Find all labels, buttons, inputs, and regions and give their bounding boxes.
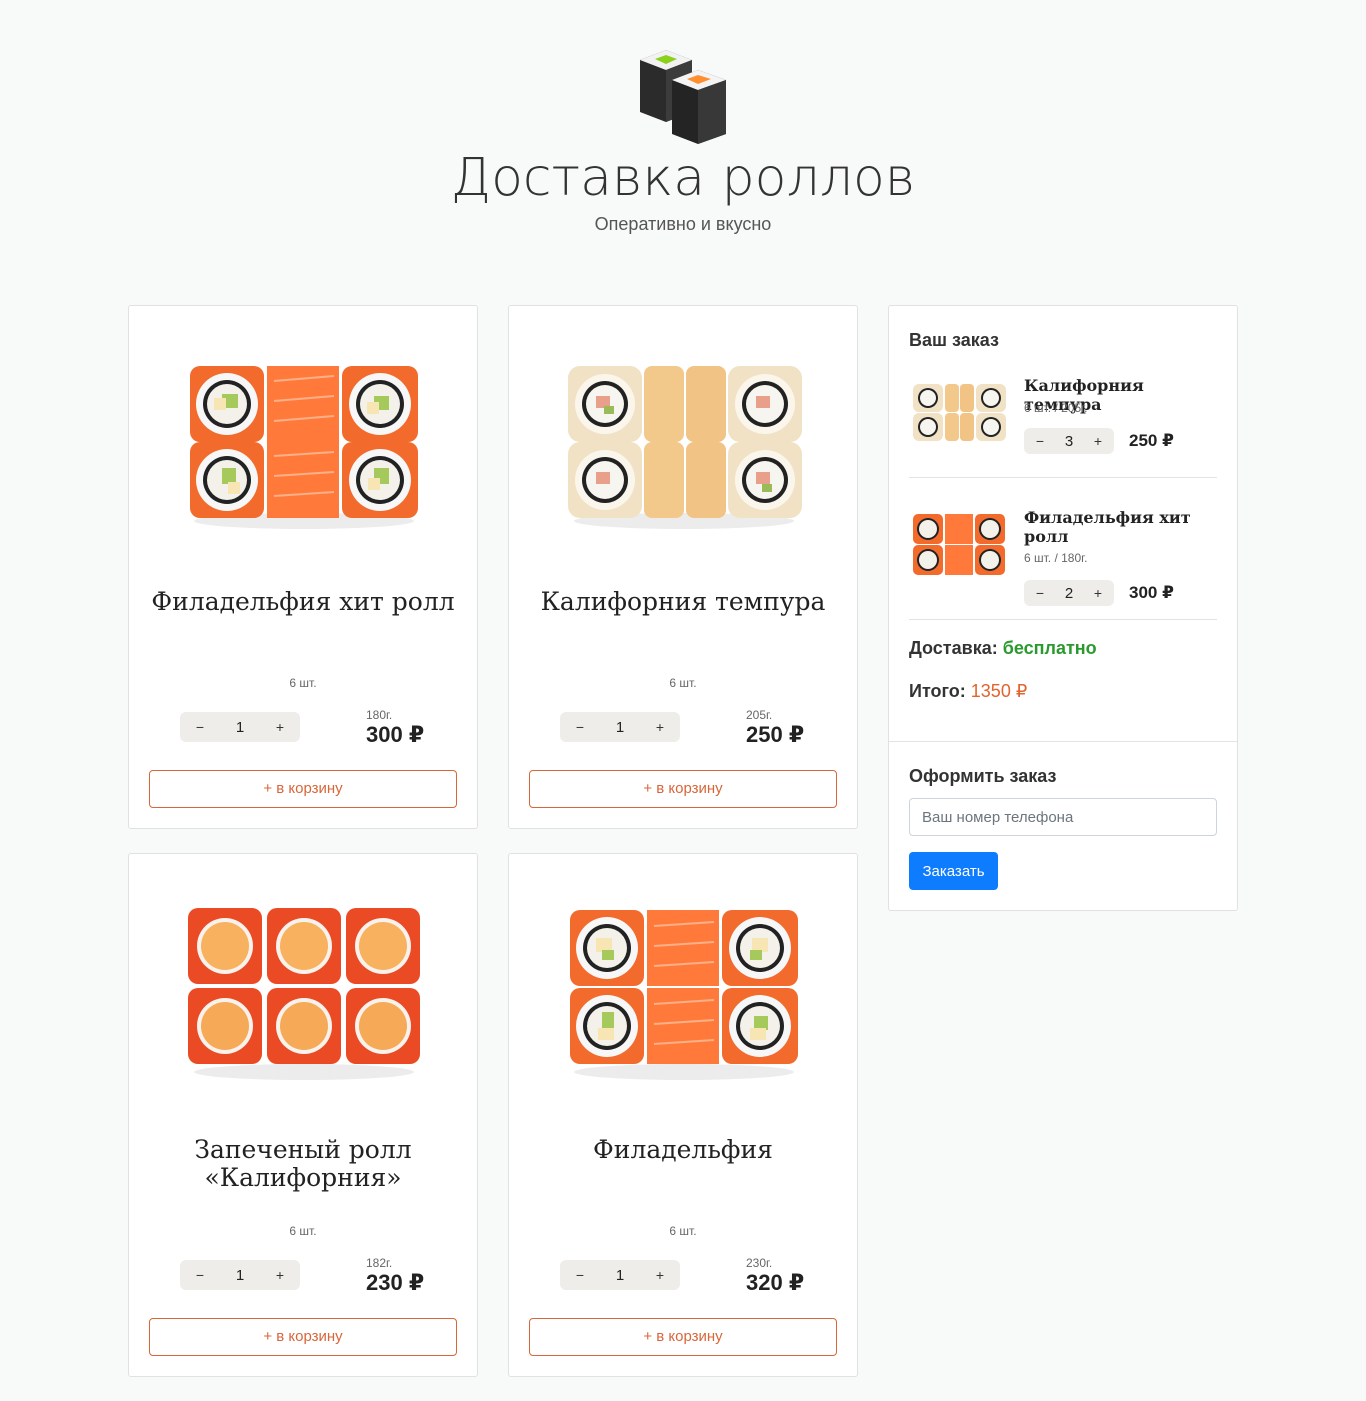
plus-button[interactable]: + [274, 719, 286, 735]
product-photo [188, 908, 420, 1080]
product-pieces: 6 шт. [669, 1224, 697, 1238]
page-subtitle: Оперативно и вкусно [594, 214, 772, 234]
product-photo [570, 910, 798, 1080]
minus-button[interactable]: − [194, 1267, 206, 1283]
checkout-title: Оформить заказ [909, 766, 1057, 786]
product-price: 230 ₽ [366, 1270, 425, 1295]
product-name: Филадельфия хит ролл [151, 587, 455, 616]
product-name: Филадельфия [593, 1135, 773, 1164]
delivery-info: Доставка: бесплатно [909, 638, 1097, 659]
quantity-value: 1 [235, 718, 245, 736]
minus-button[interactable]: − [1034, 433, 1046, 449]
quantity-stepper: − 1 + [560, 1260, 680, 1290]
product-name: Калифорния темпура [540, 587, 826, 616]
total-label: Итого: [909, 681, 966, 701]
product-weight: 230г. [746, 1256, 773, 1270]
product-pieces: 6 шт. [289, 676, 317, 690]
quantity-stepper: − 1 + [180, 712, 300, 742]
product-weight: 180г. [366, 708, 393, 722]
phone-input[interactable] [909, 798, 1217, 836]
product-price: 300 ₽ [366, 722, 425, 747]
plus-button[interactable]: + [1092, 585, 1104, 601]
cart-item-price: 300 ₽ [1129, 583, 1174, 602]
add-to-cart-button[interactable]: + в корзину [149, 1318, 457, 1356]
cart-item-photo [913, 384, 1006, 441]
add-to-cart-button[interactable]: + в корзину [529, 1318, 837, 1356]
add-to-cart-button[interactable]: + в корзину [149, 770, 457, 808]
cart-item-name: Филадельфия хит ролл [1024, 508, 1191, 546]
product-card: Калифорния темпура 6 шт. − 1 + 205г. 250… [508, 305, 858, 829]
cart-item-price: 250 ₽ [1129, 431, 1174, 450]
product-pieces: 6 шт. [669, 676, 697, 690]
cart-item: Калифорния темпура 6 шт. / 205г. − 3 + 2… [909, 376, 1217, 476]
plus-button[interactable]: + [1092, 433, 1104, 449]
order-title: Ваш заказ [909, 330, 999, 350]
delivery-value: бесплатно [1002, 638, 1097, 658]
product-weight: 182г. [366, 1256, 393, 1270]
product-name: Запеченый ролл «Калифорния» [194, 1135, 412, 1192]
quantity-value: 1 [615, 1266, 625, 1284]
quantity-value: 1 [615, 718, 625, 736]
product-photo [190, 366, 418, 529]
product-pieces: 6 шт. [289, 1224, 317, 1238]
minus-button[interactable]: − [574, 719, 586, 735]
divider [909, 619, 1217, 620]
quantity-value: 1 [235, 1266, 245, 1284]
cart-item-meta: 6 шт. / 205г. [1024, 401, 1088, 415]
submit-order-button[interactable]: Заказать [909, 852, 998, 890]
minus-button[interactable]: − [574, 1267, 586, 1283]
divider [909, 477, 1217, 478]
product-price: 250 ₽ [746, 722, 805, 747]
cart-item-photo [913, 514, 1005, 575]
plus-button[interactable]: + [274, 1267, 286, 1283]
delivery-label: Доставка: [909, 638, 998, 658]
sushi-logo-icon [640, 50, 726, 144]
plus-button[interactable]: + [654, 1267, 666, 1283]
quantity-stepper: − 1 + [560, 712, 680, 742]
cart-item-meta: 6 шт. / 180г. [1024, 551, 1088, 565]
quantity-value: 2 [1064, 584, 1074, 602]
minus-button[interactable]: − [194, 719, 206, 735]
order-panel: Ваш заказ Калифорния темпура 6 шт. / 205… [888, 305, 1238, 911]
quantity-stepper: − 3 + [1024, 428, 1114, 454]
quantity-value: 3 [1064, 432, 1074, 450]
product-card: Запеченый ролл «Калифорния» 6 шт. − 1 + … [128, 853, 478, 1377]
plus-button[interactable]: + [654, 719, 666, 735]
product-weight: 205г. [746, 708, 773, 722]
add-to-cart-button[interactable]: + в корзину [529, 770, 837, 808]
divider [889, 741, 1237, 742]
order-total: Итого: 1350 ₽ [909, 681, 1027, 702]
total-value: 1350 ₽ [970, 681, 1028, 701]
quantity-stepper: − 1 + [180, 1260, 300, 1290]
quantity-stepper: − 2 + [1024, 580, 1114, 606]
product-photo [568, 366, 802, 529]
product-card: Филадельфия 6 шт. − 1 + 230г. 320 ₽ + в … [508, 853, 858, 1377]
product-price: 320 ₽ [746, 1270, 805, 1295]
page-title: Доставка роллов [450, 148, 916, 208]
cart-item: Филадельфия хит ролл 6 шт. / 180г. − 2 +… [909, 508, 1217, 608]
minus-button[interactable]: − [1034, 585, 1046, 601]
product-card: Филадельфия хит ролл 6 шт. − 1 + 180г. 3… [128, 305, 478, 829]
